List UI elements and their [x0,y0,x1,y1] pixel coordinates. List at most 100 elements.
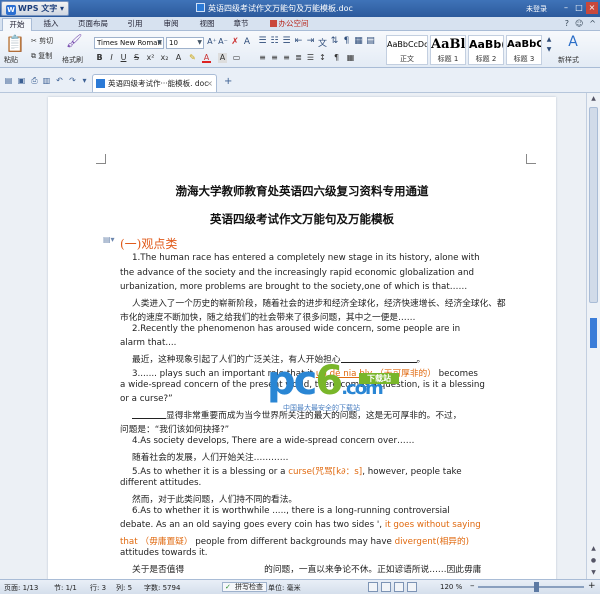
document-page[interactable]: ▤▾ 渤海大学教师教育处英语四六级复习资料专用通道 英语四级考试作文万能句及万能… [48,97,556,579]
zoom-level[interactable]: 120 % [440,583,462,591]
close-tab-icon[interactable]: × [206,75,213,92]
font-color-icon[interactable]: A [202,53,211,63]
font-size-select[interactable]: 10 ▼ [166,37,204,49]
increase-indent-icon[interactable]: ⇥ [306,36,315,46]
outline-view-icon[interactable] [394,582,404,592]
maximize-button[interactable]: □ [573,2,585,14]
save-icon[interactable]: ▣ [17,76,26,85]
new-doc-icon[interactable]: ▤ [4,76,13,85]
text-style-icon[interactable]: A [242,37,252,47]
reading-view-icon[interactable] [381,582,391,592]
undo-icon[interactable]: ↶ [55,76,64,85]
align-left-icon[interactable]: ≡ [258,53,267,63]
tab-office-space[interactable]: 办公空间 [266,18,312,31]
login-link[interactable]: 未登录 [526,4,547,14]
table-icon[interactable]: ▦ [346,53,355,63]
style-heading-1[interactable]: AaBl 标题 1 [430,35,466,65]
decrease-indent-icon[interactable]: ⇤ [294,36,303,46]
style-normal[interactable]: AaBbCcDd 正文 [386,35,428,65]
align-center-icon[interactable]: ≡ [270,53,279,63]
print-preview-icon[interactable]: ▥ [42,76,51,85]
italic-button[interactable]: I [107,53,116,63]
multilevel-list-icon[interactable]: ☰ [282,36,291,46]
styles-scroll-icon[interactable]: ▲ ▼ [545,35,553,55]
sort-icon[interactable]: ⇅ [330,36,339,46]
shrink-font-icon[interactable]: A⁻ [218,37,228,46]
style-heading-3[interactable]: AaBbC 标题 3 [506,35,542,65]
zoom-out-button[interactable]: – [470,581,475,591]
highlight-icon[interactable]: ✎ [188,53,197,63]
underline-button[interactable]: U [119,53,128,63]
app-menu-button[interactable]: W WPS 文字 ▾ [1,1,69,16]
tab-chapter[interactable]: 章节 [230,18,252,31]
document-tab[interactable]: 英语四级考试作···能模板. doc × [92,74,217,92]
char-shading-icon[interactable]: A [218,53,227,63]
scroll-thumb[interactable] [589,107,598,303]
task-pane-tab[interactable] [590,318,597,348]
new-style-icon[interactable]: A [560,34,586,52]
tab-insert[interactable]: 插入 [38,18,64,31]
font-name-select[interactable]: Times New Roman ▼ [94,37,164,49]
web-view-icon[interactable] [407,582,417,592]
strikethrough-button[interactable]: S [132,53,141,63]
paste-icon[interactable]: 📋 [5,34,25,53]
status-unit[interactable]: 单位: 毫米 [268,583,301,593]
tab-page-layout[interactable]: 页面布局 [76,18,110,31]
paragraph-settings-icon[interactable]: ¶ [332,53,341,63]
line-spacing-icon[interactable]: ↕ [318,53,327,63]
text-effect-button[interactable]: A [174,53,183,63]
margin-mark-top-right [526,154,536,164]
zoom-in-button[interactable]: + [588,581,596,591]
format-painter-icon[interactable]: 🖌 [66,34,83,50]
tab-view[interactable]: 视图 [196,18,218,31]
subscript-button[interactable]: x₂ [160,53,169,63]
status-word-count[interactable]: 字数: 5794 [144,583,180,593]
tab-home[interactable]: 开始 [2,18,32,31]
cut-button[interactable]: ✂ 剪切 [31,36,53,46]
status-page[interactable]: 页面: 1/13 [4,583,38,593]
redo-icon[interactable]: ↷ [68,76,77,85]
collapse-ribbon-icon[interactable]: ^ [589,19,596,28]
zoom-slider-knob[interactable] [534,582,539,592]
numbered-list-icon[interactable]: ☷ [270,36,279,46]
print-icon[interactable]: ⎙ [30,76,39,85]
new-tab-button[interactable]: + [224,76,232,87]
distribute-icon[interactable]: ☰ [306,53,315,63]
next-page-icon[interactable]: ▼ [587,567,600,579]
zoom-slider[interactable] [478,586,584,588]
bold-button[interactable]: B [95,53,104,63]
superscript-button[interactable]: x² [146,53,155,63]
prev-page-icon[interactable]: ▲ [587,543,600,555]
help-icon[interactable]: ? [565,19,569,28]
bullet-list-icon[interactable]: ☰ [258,36,267,46]
format-painter-label[interactable]: 格式刷 [62,55,83,65]
style-name: 标题 2 [475,55,497,63]
skin-icon[interactable]: ☺ [575,19,583,28]
minimize-button[interactable]: – [560,2,572,14]
copy-button[interactable]: ⧉ 复制 [31,51,52,61]
paragraph-line: 4.As society develops, There are a wide-… [132,436,415,446]
select-browse-icon[interactable]: ● [587,555,600,567]
tab-review[interactable]: 审阅 [160,18,182,31]
close-button[interactable]: × [586,2,598,14]
align-right-icon[interactable]: ≡ [282,53,291,63]
show-marks-icon[interactable]: ¶ [342,36,351,46]
grow-font-icon[interactable]: A⁺ [207,37,217,46]
customize-toolbar-icon[interactable]: ▾ [80,76,89,85]
justify-icon[interactable]: ≣ [294,53,303,63]
shading-icon[interactable]: ▤ [366,36,375,46]
highlight-text: it goes without saying [384,520,481,530]
vertical-scrollbar[interactable]: ▲ ▲ ● ▼ [586,93,600,579]
tab-references[interactable]: 引用 [124,18,146,31]
scroll-up-icon[interactable]: ▲ [587,93,600,105]
page-view-icon[interactable] [368,582,378,592]
new-style-label[interactable]: 新样式 [558,55,579,65]
paste-label[interactable]: 粘贴 [4,55,18,65]
spell-check-toggle[interactable]: 拼写检查 [222,582,267,592]
clear-format-icon[interactable]: ✗ [230,37,240,47]
borders-icon[interactable]: ▦ [354,36,363,46]
chinese-layout-icon[interactable]: 文 [318,36,327,49]
char-border-icon[interactable]: ▭ [232,53,241,63]
style-heading-2[interactable]: AaBb(标题 2 [468,35,504,65]
paragraph-marker-icon[interactable]: ▤▾ [103,235,115,244]
